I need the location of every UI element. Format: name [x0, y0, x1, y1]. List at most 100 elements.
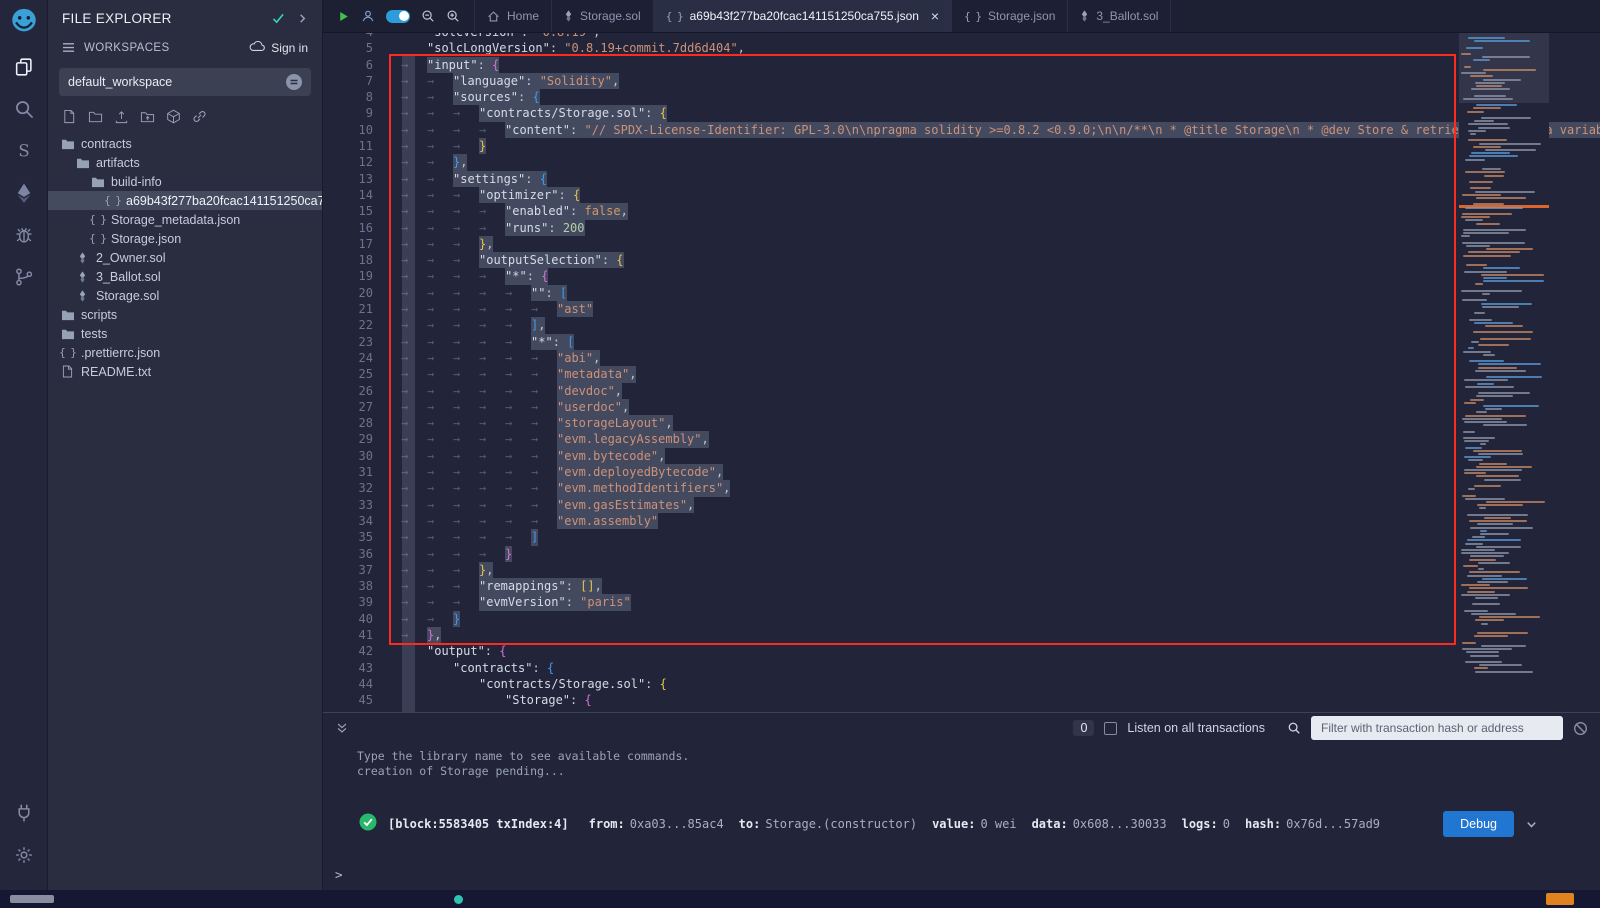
code-line-38[interactable]: 38→→→"remappings": [],	[323, 578, 1600, 594]
code-line-22[interactable]: 22→→→→→],	[323, 317, 1600, 333]
upload-folder-icon[interactable]	[140, 109, 155, 124]
code-line-42[interactable]: 42→"output": {	[323, 643, 1600, 659]
code-line-35[interactable]: 35→→→→→]	[323, 529, 1600, 545]
code-line-13[interactable]: 13→→"settings": {	[323, 171, 1600, 187]
minimap[interactable]	[1459, 33, 1549, 712]
code-line-37[interactable]: 37→→→},	[323, 562, 1600, 578]
settings-icon[interactable]	[0, 834, 48, 876]
code-line-32[interactable]: 32→→→→→→"evm.methodIdentifiers",	[323, 480, 1600, 496]
tree-item-3-ballot-sol[interactable]: 3_Ballot.sol	[48, 267, 322, 286]
new-folder-icon[interactable]	[88, 109, 103, 124]
code-line-24[interactable]: 24→→→→→→"abi",	[323, 350, 1600, 366]
code-line-11[interactable]: 11→→→}	[323, 138, 1600, 154]
code-line-7[interactable]: 7→→"language": "Solidity",	[323, 73, 1600, 89]
code-line-14[interactable]: 14→→→"optimizer": {	[323, 187, 1600, 203]
tree-item-prettierrc-json[interactable]: { }.prettierrc.json	[48, 343, 322, 362]
play-icon[interactable]	[337, 10, 350, 23]
tree-item-storage-sol[interactable]: Storage.sol	[48, 286, 322, 305]
plugin-manager-icon[interactable]	[0, 792, 48, 834]
code-line-34[interactable]: 34→→→→→→"evm.assembly"	[323, 513, 1600, 529]
block-icon[interactable]	[1573, 721, 1588, 736]
workspaces-menu-icon[interactable]	[62, 42, 75, 53]
tree-item-a69b43f277ba20fcac141151250ca7[interactable]: { }a69b43f277ba20fcac141151250ca7...	[48, 191, 322, 210]
code-line-10[interactable]: 10→→→→"content": "// SPDX-License-Identi…	[323, 122, 1600, 138]
code-line-23[interactable]: 23→→→→→"*": [	[323, 334, 1600, 350]
code-line-27[interactable]: 27→→→→→→"userdoc",	[323, 399, 1600, 415]
zoom-out-icon[interactable]	[421, 9, 435, 23]
workspace-selector[interactable]: default_workspace	[59, 68, 311, 96]
code-line-44[interactable]: 44→→→"contracts/Storage.sol": {	[323, 676, 1600, 692]
tab-storage-json[interactable]: { }Storage.json	[952, 0, 1068, 32]
scam-alerts-badge[interactable]	[1546, 893, 1574, 905]
code-line-31[interactable]: 31→→→→→→"evm.deployedBytecode",	[323, 464, 1600, 480]
close-icon[interactable]: ×	[931, 9, 939, 23]
ipfs-icon[interactable]	[166, 109, 181, 124]
tree-item-scripts[interactable]: scripts	[48, 305, 322, 324]
code-line-4[interactable]: 4→"solcVersion": "0.8.19",	[323, 33, 1600, 40]
tab-home[interactable]: Home	[475, 0, 552, 32]
tree-item-2-owner-sol[interactable]: 2_Owner.sol	[48, 248, 322, 267]
tree-item-storage-json[interactable]: { }Storage.json	[48, 229, 322, 248]
code-line-8[interactable]: 8→→"sources": {	[323, 89, 1600, 105]
code-line-15[interactable]: 15→→→→"enabled": false,	[323, 203, 1600, 219]
zoom-in-icon[interactable]	[446, 9, 460, 23]
code-line-18[interactable]: 18→→→"outputSelection": {	[323, 252, 1600, 268]
transaction-row[interactable]: [block:5583405 txIndex:4]from:0xa03...85…	[323, 806, 1600, 842]
code-line-21[interactable]: 21→→→→→→"ast"	[323, 301, 1600, 317]
code-editor[interactable]: 4→"solcVersion": "0.8.19",5→"solcLongVer…	[323, 33, 1600, 712]
code-line-26[interactable]: 26→→→→→→"devdoc",	[323, 383, 1600, 399]
tree-item-artifacts[interactable]: artifacts	[48, 153, 322, 172]
link-icon[interactable]	[192, 109, 207, 124]
tree-item-contracts[interactable]: contracts	[48, 134, 322, 153]
code-line-12[interactable]: 12→→},	[323, 154, 1600, 170]
terminal-collapse-icon[interactable]	[335, 721, 349, 735]
deploy-run-icon[interactable]	[0, 172, 48, 214]
workspace-options-icon[interactable]	[286, 74, 302, 90]
toggle-on-icon[interactable]	[386, 10, 410, 23]
git-icon[interactable]	[0, 256, 48, 298]
code-line-39[interactable]: 39→→→"evmVersion": "paris"	[323, 594, 1600, 610]
tab-3-ballot-sol[interactable]: 3_Ballot.sol	[1068, 0, 1171, 32]
terminal-prompt[interactable]: >	[335, 867, 343, 882]
transaction-filter-input[interactable]	[1311, 716, 1563, 740]
remix-logo-icon[interactable]	[7, 6, 41, 36]
tree-item-storage-metadata-json[interactable]: { }Storage_metadata.json	[48, 210, 322, 229]
code-line-30[interactable]: 30→→→→→→"evm.bytecode",	[323, 448, 1600, 464]
debugger-icon[interactable]	[0, 214, 48, 256]
solidity-compiler-icon[interactable]: S	[0, 130, 48, 172]
terminal-body[interactable]: Type the library name to see available c…	[323, 743, 1600, 890]
listen-checkbox[interactable]	[1104, 722, 1117, 735]
minimap-viewport[interactable]	[1459, 33, 1549, 103]
tree-item-tests[interactable]: tests	[48, 324, 322, 343]
search-icon[interactable]	[0, 88, 48, 130]
tree-item-build-info[interactable]: build-info	[48, 172, 322, 191]
code-line-43[interactable]: 43→→"contracts": {	[323, 660, 1600, 676]
debug-button[interactable]: Debug	[1443, 811, 1514, 837]
sign-in-button[interactable]: Sign in	[249, 40, 308, 55]
code-line-16[interactable]: 16→→→→"runs": 200	[323, 220, 1600, 236]
code-line-45[interactable]: 45→→→→"Storage": {	[323, 692, 1600, 708]
tab-storage-sol[interactable]: Storage.sol	[552, 0, 654, 32]
tree-item-readme-txt[interactable]: README.txt	[48, 362, 322, 381]
tab-a69b43f277ba20fcac141151250ca755-json[interactable]: { }a69b43f277ba20fcac141151250ca755.json…	[654, 0, 952, 32]
file-explorer-icon[interactable]	[0, 46, 48, 88]
new-file-icon[interactable]	[62, 109, 77, 124]
code-line-28[interactable]: 28→→→→→→"storageLayout",	[323, 415, 1600, 431]
code-line-29[interactable]: 29→→→→→→"evm.legacyAssembly",	[323, 431, 1600, 447]
code-line-5[interactable]: 5→"solcLongVersion": "0.8.19+commit.7dd6…	[323, 40, 1600, 56]
code-line-6[interactable]: 6→"input": {	[323, 57, 1600, 73]
terminal-search-icon[interactable]	[1287, 721, 1301, 735]
code-line-40[interactable]: 40→→}	[323, 611, 1600, 627]
code-line-9[interactable]: 9→→→"contracts/Storage.sol": {	[323, 105, 1600, 121]
upload-file-icon[interactable]	[114, 109, 129, 124]
code-line-19[interactable]: 19→→→→"*": {	[323, 268, 1600, 284]
code-line-17[interactable]: 17→→→},	[323, 236, 1600, 252]
code-line-36[interactable]: 36→→→→}	[323, 546, 1600, 562]
tx-expand-chevron-icon[interactable]	[1525, 818, 1538, 831]
code-line-20[interactable]: 20→→→→→"": [	[323, 285, 1600, 301]
code-line-33[interactable]: 33→→→→→→"evm.gasEstimates",	[323, 497, 1600, 513]
user-icon[interactable]	[361, 9, 375, 23]
code-line-25[interactable]: 25→→→→→→"metadata",	[323, 366, 1600, 382]
code-line-41[interactable]: 41→},	[323, 627, 1600, 643]
chevron-right-icon[interactable]	[297, 13, 308, 24]
